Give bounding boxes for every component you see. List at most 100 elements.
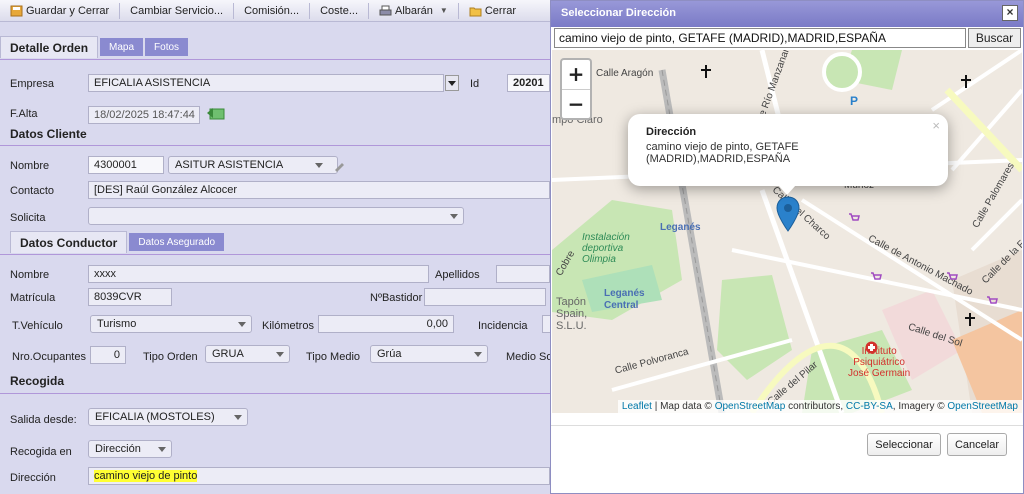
section-divider <box>0 59 550 60</box>
section-divider <box>0 145 550 146</box>
save-close-button[interactable]: Guardar y Cerrar <box>0 1 119 21</box>
contact-value: [DES] Raúl González Alcocer <box>94 184 238 196</box>
save-close-label: Guardar y Cerrar <box>26 4 110 17</box>
tab-driver-data[interactable]: Datos Conductor <box>10 231 128 253</box>
medium-type-select[interactable]: Grúa <box>370 345 488 363</box>
dialog-title-bar: Seleccionar Dirección × <box>551 1 1023 27</box>
tab-photos[interactable]: Fotos <box>145 38 189 56</box>
map-marker-icon[interactable] <box>776 196 800 232</box>
popup-title: Dirección <box>646 126 697 138</box>
roundabout <box>822 52 862 92</box>
client-code-field[interactable]: 4300001 <box>88 156 164 174</box>
map-view[interactable]: Calle Aragón mpo Claro Leganés Leganés C… <box>552 50 1022 413</box>
chevron-down-icon <box>448 81 456 86</box>
change-service-button[interactable]: Cambiar Servicio... <box>120 1 233 21</box>
pickup-section-title: Recogida <box>10 374 65 388</box>
cancel-button[interactable]: Cancelar <box>947 433 1007 456</box>
chevron-down-icon <box>474 352 482 357</box>
company-value: EFICALIA ASISTENCIA <box>94 77 211 89</box>
printer-icon <box>379 5 392 15</box>
medium-label: Medio So <box>506 351 553 363</box>
km-field[interactable]: 0,00 <box>318 315 454 333</box>
commission-button[interactable]: Comisión... <box>234 1 309 21</box>
select-button[interactable]: Seleccionar <box>867 433 941 456</box>
popup-body: camino viejo de pinto, GETAFE (MADRID),M… <box>646 141 799 165</box>
address-search-value: camino viejo de pinto, GETAFE (MADRID),M… <box>559 31 886 45</box>
client-name-select[interactable]: ASITUR ASISTENCIA <box>168 156 338 174</box>
occupants-field[interactable]: 0 <box>90 346 126 364</box>
address-field[interactable]: camino viejo de pinto <box>88 467 550 485</box>
address-search-input[interactable]: camino viejo de pinto, GETAFE (MADRID),M… <box>554 28 966 48</box>
folder-close-icon <box>469 7 482 16</box>
order-type-select[interactable]: GRUA <box>205 345 290 363</box>
delivery-note-button[interactable]: Albarán ▼ <box>369 1 458 21</box>
section-divider <box>0 393 550 394</box>
id-label: Id <box>470 78 480 90</box>
calendar-icon[interactable] <box>205 106 227 120</box>
zoom-in-button[interactable]: + <box>562 60 590 89</box>
pickup-in-select[interactable]: Dirección <box>88 440 172 458</box>
dialog-footer-divider <box>551 425 1023 426</box>
dialog-close-button[interactable]: × <box>1002 5 1018 21</box>
frame-label: NºBastidor <box>370 292 423 304</box>
map-attribution: Leaflet | Map data © OpenStreetMap contr… <box>617 400 1022 413</box>
select-address-dialog: Seleccionar Dirección × camino viejo de … <box>550 0 1024 494</box>
close-button[interactable]: Cerrar <box>459 1 526 21</box>
surname-field[interactable] <box>496 265 550 283</box>
zoom-out-button[interactable]: − <box>562 89 590 118</box>
contact-field[interactable]: [DES] Raúl González Alcocer <box>88 181 550 199</box>
map-label-calle-aragon: Calle Aragón <box>596 68 654 79</box>
shop-icon <box>947 272 958 280</box>
exit-from-value: EFICALIA (MOSTOLES) <box>95 411 215 423</box>
popup-close-button[interactable]: × <box>932 118 940 133</box>
order-tabs: Detalle Orden Mapa Fotos <box>0 36 189 58</box>
tab-insured-data[interactable]: Datos Asegurado <box>129 233 225 251</box>
cost-label: Coste... <box>320 4 358 17</box>
chevron-down-icon <box>315 163 323 168</box>
chevron-down-icon <box>238 322 246 327</box>
dialog-title: Seleccionar Dirección <box>561 7 676 19</box>
map-label-instituto: Instituto Psiquiátrico José Germain <box>848 346 911 379</box>
client-name-label: Nombre <box>10 160 50 172</box>
company-field[interactable]: EFICALIA ASISTENCIA <box>88 74 444 92</box>
church-icon <box>701 65 711 78</box>
osm-link[interactable]: OpenStreetMap <box>715 401 786 412</box>
close-label: Cerrar <box>484 4 517 17</box>
edit-pencil-icon[interactable] <box>333 160 345 172</box>
chevron-down-icon <box>276 352 284 357</box>
order-type-value: GRUA <box>212 348 244 360</box>
tab-order-detail[interactable]: Detalle Orden <box>0 36 99 58</box>
popup-tip <box>778 185 796 195</box>
commission-label: Comisión... <box>244 4 300 17</box>
company-dropdown-button[interactable] <box>445 75 459 91</box>
plate-field[interactable]: 8039CVR <box>88 288 172 306</box>
tab-map[interactable]: Mapa <box>100 38 144 56</box>
search-button[interactable]: Buscar <box>968 28 1021 48</box>
license-link[interactable]: CC-BY-SA <box>846 401 893 412</box>
occupants-value: 0 <box>113 349 120 361</box>
address-label: Dirección <box>10 472 56 484</box>
exit-from-select[interactable]: EFICALIA (MOSTOLES) <box>88 408 248 426</box>
frame-field[interactable] <box>424 288 546 306</box>
hospital-icon <box>865 341 878 354</box>
vehicle-type-select[interactable]: Turismo <box>90 315 252 333</box>
id-value: 20201 <box>513 77 544 89</box>
leaflet-link[interactable]: Leaflet <box>622 401 652 412</box>
osm-imagery-link[interactable]: OpenStreetMap <box>947 401 1018 412</box>
client-code-value: 4300001 <box>94 159 137 171</box>
company-label: Empresa <box>10 78 55 90</box>
request-select[interactable] <box>88 207 464 225</box>
close-icon: × <box>1006 5 1014 19</box>
surname-label: Apellidos <box>435 269 480 281</box>
pickup-in-label: Recogida en <box>10 446 72 458</box>
falta-label: F.Alta <box>10 108 38 120</box>
occupants-label: Nro.Ocupantes <box>12 351 86 363</box>
cost-button[interactable]: Coste... <box>310 1 368 21</box>
id-field[interactable]: 20201 <box>507 74 550 92</box>
chevron-down-icon <box>450 214 458 219</box>
driver-name-field[interactable]: xxxx <box>88 265 429 283</box>
attribution-text: , Imagery © <box>892 401 948 412</box>
falta-field[interactable]: 18/02/2025 18:47:44 <box>88 106 200 124</box>
attribution-text: | Map data © <box>651 401 715 412</box>
order-type-label: Tipo Orden <box>143 351 198 363</box>
